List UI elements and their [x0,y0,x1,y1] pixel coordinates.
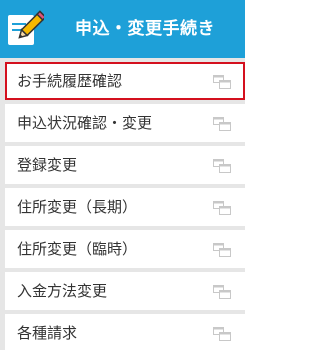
menu-item-label: 住所変更（長期） [17,198,138,216]
new-window-icon [213,326,231,341]
menu-item-registration-change[interactable]: 登録変更 [5,146,245,184]
menu-item-address-long-term[interactable]: 住所変更（長期） [5,188,245,226]
menu-item-label: 各種請求 [17,324,78,342]
new-window-icon [213,158,231,173]
panel-title: 申込・変更手続き [75,19,215,39]
new-window-icon [213,74,231,89]
menu-item-label: 登録変更 [17,156,78,174]
procedures-panel: 申込・変更手続き お手続履歴確認 申込状況確認・変更 登録変更 住所変更（長期） [0,0,245,350]
panel-header: 申込・変更手続き [0,0,245,58]
menu-item-application-status[interactable]: 申込状況確認・変更 [5,104,245,142]
new-window-icon [213,242,231,257]
menu-item-requests[interactable]: 各種請求 [5,314,245,350]
menu-item-history[interactable]: お手続履歴確認 [5,62,245,100]
menu-item-label: お手続履歴確認 [17,72,123,90]
new-window-icon [213,200,231,215]
menu-item-label: 住所変更（臨時） [17,240,138,258]
new-window-icon [213,284,231,299]
menu-item-label: 入金方法変更 [17,282,108,300]
procedure-menu: お手続履歴確認 申込状況確認・変更 登録変更 住所変更（長期） 住所変更（臨時） [5,62,245,350]
pencil-note-icon [4,9,47,49]
menu-item-payment-method[interactable]: 入金方法変更 [5,272,245,310]
menu-item-label: 申込状況確認・変更 [17,114,153,132]
menu-item-address-temporary[interactable]: 住所変更（臨時） [5,230,245,268]
new-window-icon [213,116,231,131]
